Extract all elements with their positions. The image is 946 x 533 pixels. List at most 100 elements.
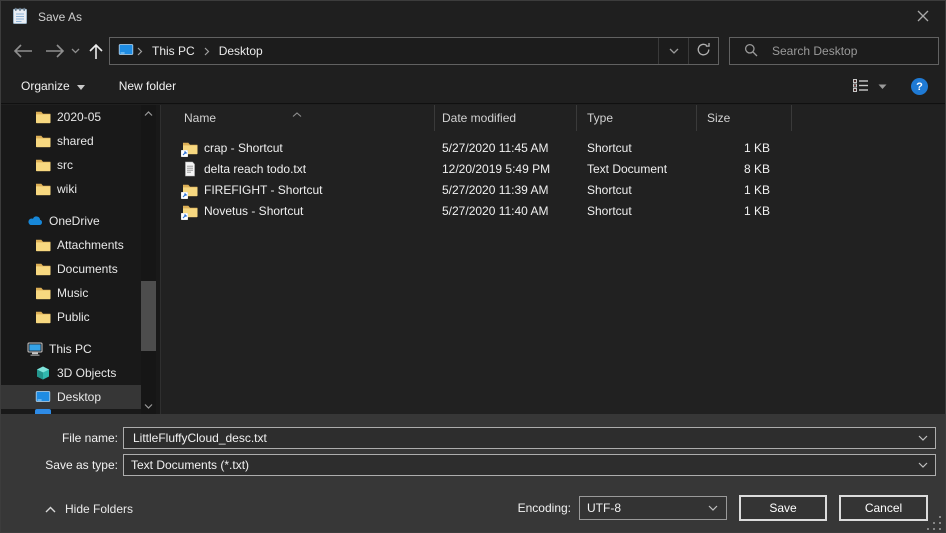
sidebar-item-label: 3D Objects	[57, 366, 116, 380]
encoding-value: UTF-8	[587, 501, 621, 515]
file-type: Text Document	[577, 158, 697, 179]
column-header-name[interactable]: Name	[162, 105, 435, 131]
address-dropdown-chevron[interactable]	[658, 38, 688, 64]
file-date-modified: 12/20/2019 5:49 PM	[435, 158, 577, 179]
cloud-icon	[27, 213, 43, 229]
scrollbar-thumb[interactable]	[141, 281, 156, 351]
new-folder-button[interactable]: New folder	[119, 79, 176, 93]
column-header-type[interactable]: Type	[577, 105, 697, 131]
navigation-bar: This PC Desktop	[1, 33, 945, 69]
search-box	[729, 37, 939, 65]
organize-button[interactable]: Organize	[21, 79, 85, 93]
file-row[interactable]: Novetus - Shortcut 5/27/2020 11:40 AM Sh…	[162, 200, 945, 221]
desktop-icon	[35, 389, 51, 405]
sidebar-item-3d-objects[interactable]: 3D Objects	[1, 361, 142, 385]
address-bar[interactable]: This PC Desktop	[109, 37, 719, 65]
file-date-modified: 5/27/2020 11:40 AM	[435, 200, 577, 221]
file-row[interactable]: crap - Shortcut 5/27/2020 11:45 AM Short…	[162, 137, 945, 158]
window-title: Save As	[38, 10, 82, 24]
help-button[interactable]: ?	[911, 78, 928, 95]
file-size: 1 KB	[697, 200, 792, 221]
sidebar-item-2020-05[interactable]: 2020-05	[1, 105, 142, 129]
hide-folders-button[interactable]: Hide Folders	[45, 502, 133, 516]
search-input[interactable]	[770, 43, 938, 59]
sidebar-item-src[interactable]: src	[1, 153, 142, 177]
folder-icon	[35, 285, 51, 301]
close-button[interactable]	[901, 1, 945, 33]
folder-shortcut-icon	[182, 203, 198, 219]
content-area: 2020-05 shared src wiki OneDrive Attachm…	[1, 105, 945, 414]
file-name: delta reach todo.txt	[204, 162, 306, 176]
refresh-button[interactable]	[688, 38, 718, 64]
save-as-type-value: Text Documents (*.txt)	[131, 458, 249, 472]
file-size: 8 KB	[697, 158, 792, 179]
file-row[interactable]: FIREFIGHT - Shortcut 5/27/2020 11:39 AM …	[162, 179, 945, 200]
folder-icon	[35, 133, 51, 149]
sidebar-item-label: 2020-05	[57, 110, 101, 124]
file-date-modified: 5/27/2020 11:45 AM	[435, 137, 577, 158]
sidebar-item-public[interactable]: Public	[1, 305, 142, 329]
sidebar-item-label: src	[57, 158, 73, 172]
encoding-select[interactable]: UTF-8	[579, 496, 727, 520]
view-options-chevron[interactable]	[878, 84, 887, 90]
up-button[interactable]	[85, 33, 107, 69]
save-as-type-select[interactable]: Text Documents (*.txt)	[123, 454, 936, 476]
cancel-button[interactable]: Cancel	[839, 495, 928, 521]
folder-shortcut-icon	[182, 182, 198, 198]
sidebar-scrollbar[interactable]	[141, 105, 156, 414]
chevron-down-icon[interactable]	[918, 462, 928, 468]
file-type: Shortcut	[577, 137, 697, 158]
sidebar-item-music[interactable]: Music	[1, 281, 142, 305]
sidebar-item-label: OneDrive	[49, 214, 100, 228]
scroll-down-icon[interactable]	[141, 399, 156, 413]
file-list: Name Date modified Type Size crap - Shor…	[162, 105, 945, 414]
cube-icon	[35, 365, 51, 381]
file-size: 1 KB	[697, 179, 792, 200]
file-size: 1 KB	[697, 137, 792, 158]
chevron-down-icon[interactable]	[918, 435, 928, 441]
organize-label: Organize	[21, 79, 70, 93]
file-name-combo[interactable]	[123, 427, 936, 449]
file-name: crap - Shortcut	[204, 141, 283, 155]
file-name: Novetus - Shortcut	[204, 204, 303, 218]
column-header-size[interactable]: Size	[697, 105, 792, 131]
sidebar-item-desktop[interactable]: Desktop	[1, 385, 142, 409]
resize-grip[interactable]	[939, 516, 941, 518]
save-as-dialog: Save As This PC Desktop Organiz	[0, 0, 946, 533]
hide-folders-label: Hide Folders	[65, 502, 133, 516]
close-icon	[917, 10, 929, 25]
folder-icon	[35, 109, 51, 125]
sidebar-item-label: wiki	[57, 182, 77, 196]
sidebar-item-this-pc[interactable]: This PC	[1, 337, 142, 361]
forward-button[interactable]	[43, 33, 67, 69]
back-button[interactable]	[11, 33, 35, 69]
text-file-icon	[182, 161, 198, 177]
view-details-icon[interactable]	[853, 79, 869, 95]
title-bar: Save As	[1, 1, 945, 33]
folder-icon	[35, 261, 51, 277]
scroll-up-icon[interactable]	[141, 106, 156, 120]
sidebar-item-onedrive[interactable]: OneDrive	[1, 209, 142, 233]
column-header-date-modified[interactable]: Date modified	[435, 105, 577, 131]
file-name-input[interactable]	[131, 430, 913, 446]
sidebar-item-shared[interactable]: shared	[1, 129, 142, 153]
sidebar-item-label: shared	[57, 134, 94, 148]
file-date-modified: 5/27/2020 11:39 AM	[435, 179, 577, 200]
chevron-up-icon	[45, 502, 56, 516]
new-folder-label: New folder	[119, 79, 176, 93]
file-type: Shortcut	[577, 179, 697, 200]
dropdown-triangle-icon	[77, 79, 85, 93]
save-as-type-label: Save as type:	[1, 458, 123, 472]
recent-locations-chevron[interactable]	[67, 33, 83, 69]
sidebar-item-documents[interactable]: Documents	[1, 257, 142, 281]
folder-icon	[35, 181, 51, 197]
sidebar-item-attachments[interactable]: Attachments	[1, 233, 142, 257]
save-button[interactable]: Save	[739, 495, 827, 521]
column-headers: Name Date modified Type Size	[162, 105, 945, 131]
folder-tree: 2020-05 shared src wiki OneDrive Attachm…	[1, 105, 161, 414]
file-row[interactable]: delta reach todo.txt 12/20/2019 5:49 PM …	[162, 158, 945, 179]
breadcrumb-this-pc[interactable]: This PC	[146, 44, 201, 58]
breadcrumb-desktop[interactable]: Desktop	[213, 44, 269, 58]
sidebar-item-label: Music	[57, 286, 88, 300]
sidebar-item-wiki[interactable]: wiki	[1, 177, 142, 201]
